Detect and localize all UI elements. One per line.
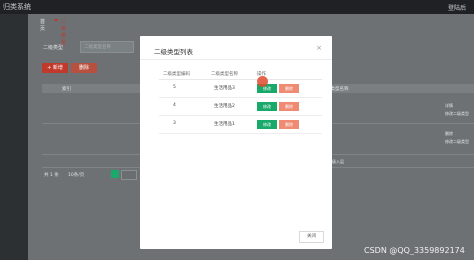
grid-index-header: 索引 [62,87,71,92]
row-edit-button[interactable]: 修改二级类型 [445,111,469,117]
row-edit-button[interactable]: 修改二级类型 [445,139,469,145]
column-name-header: 二级类型名称 [211,72,238,77]
modal-table: 二级类型编码 二级类型名称 操作 5 生活用品3 修改 删除 4 生活用品2 修… [159,69,322,134]
row-code: 3 [173,121,176,126]
delete-row-button[interactable]: 删除 [279,84,299,93]
user-menu[interactable]: 登陆后 [448,3,466,12]
row-delete-button[interactable]: 删除 [445,131,453,137]
filter-placeholder: 二级类型名称 [84,45,111,50]
modal-divider [140,59,332,60]
row-name: 生活用品1 [214,122,235,127]
modal-table-header: 二级类型编码 二级类型名称 操作 [159,69,322,80]
filter-input[interactable]: 二级类型名称 [80,41,134,53]
row-detail-button[interactable]: 详情 [445,103,453,109]
top-bar: 归类系统 登陆后 [0,0,474,14]
delete-row-button[interactable]: 删除 [279,102,299,111]
pager-size[interactable]: 10条/页 [68,172,84,178]
edit-button[interactable]: 修改 [257,102,277,111]
close-icon[interactable]: × [316,44,322,52]
pager-jump-input[interactable] [121,170,137,180]
pager-total: 共 1 条 [44,173,59,178]
add-button[interactable]: + 新增 [42,63,68,73]
pager-current-page[interactable] [111,170,119,178]
row-name: 生活用品3 [214,86,235,91]
modal-close-button[interactable]: 关闭 [299,231,324,243]
table-row: 5 生活用品3 修改 删除 [159,80,322,98]
row-tag: 级入层 [332,159,344,164]
watermark: CSDN @QQ_3359892174 [364,246,465,255]
type-list-modal: 二级类型列表 × 二级类型编码 二级类型名称 操作 5 生活用品3 修改 删除 … [140,36,332,249]
row-code: 4 [173,103,176,108]
delete-row-button[interactable]: 删除 [279,120,299,129]
cursor-highlight [257,76,268,87]
row-name: 生活用品2 [214,104,235,109]
heart-icon: ❤ [54,18,59,24]
table-row: 4 生活用品2 修改 删除 [159,98,322,116]
filter-label: 二级类型 [43,45,64,51]
sidebar [0,14,28,260]
app-title: 归类系统 [3,3,31,11]
modal-title: 二级类型列表 [154,48,193,56]
delete-button[interactable]: 删除 [71,63,97,73]
row-code: 5 [173,85,176,90]
tab-home[interactable]: 首页 [40,18,45,32]
edit-button[interactable]: 修改 [257,120,277,129]
column-code-header: 二级类型编码 [163,72,190,77]
table-row: 3 生活用品1 修改 删除 [159,116,322,134]
tab-active[interactable]: 二级类型 [61,18,66,46]
